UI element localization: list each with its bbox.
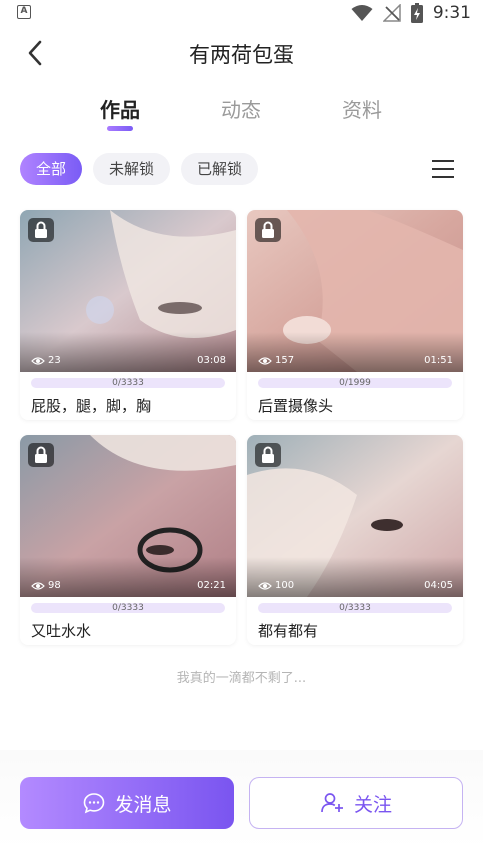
chat-bubble-icon <box>84 793 105 814</box>
eye-icon <box>31 581 45 590</box>
lock-badge <box>28 218 54 242</box>
filter-locked[interactable]: 未解锁 <box>93 153 170 185</box>
unlock-progress-bar: 0/3333 <box>31 603 225 613</box>
follow-label: 关注 <box>353 793 392 816</box>
unlock-progress-text: 0/3333 <box>339 603 371 613</box>
video-title: 屁股，腿，脚，胸 <box>31 397 152 415</box>
tab-works[interactable]: 作品 <box>100 94 140 123</box>
unlock-progress-bar: 0/1999 <box>258 378 452 388</box>
view-count: 23 <box>31 355 61 366</box>
video-card[interactable]: 157 01:51 0/1999 后置摄像头 <box>247 210 463 420</box>
video-card[interactable]: 23 03:08 0/3333 屁股，腿，脚，胸 <box>20 210 236 420</box>
unlock-progress-text: 0/1999 <box>339 378 371 388</box>
unlock-progress-text: 0/3333 <box>112 603 144 613</box>
send-message-button[interactable]: 发消息 <box>20 777 234 829</box>
video-duration: 04:05 <box>424 580 453 591</box>
thumbnail-shade <box>247 332 463 372</box>
lock-icon <box>35 221 47 238</box>
filter-all[interactable]: 全部 <box>20 153 82 185</box>
end-of-list-text: 我真的一滴都不剩了... <box>176 671 307 686</box>
view-count-text: 100 <box>275 580 295 591</box>
video-thumbnail[interactable]: 98 02:21 <box>20 435 236 597</box>
video-thumbnail[interactable]: 23 03:08 <box>20 210 236 372</box>
unlock-progress-bar: 0/3333 <box>31 378 225 388</box>
view-count: 98 <box>31 580 61 591</box>
thumbnail-shade <box>20 332 236 372</box>
video-title: 都有都有 <box>258 622 319 640</box>
video-card[interactable]: 100 04:05 0/3333 都有都有 <box>247 435 463 645</box>
add-user-icon <box>321 793 343 813</box>
eye-icon <box>31 356 45 365</box>
profile-tabs: 作品 动态 资料 <box>0 90 483 138</box>
video-title: 后置摄像头 <box>258 397 334 415</box>
app-notification-icon: A <box>17 5 31 19</box>
thumbnail-shade <box>20 557 236 597</box>
lock-icon <box>262 221 274 238</box>
status-bar: A 9:31 <box>0 0 483 26</box>
video-title: 又吐水水 <box>31 622 92 640</box>
battery-charging-icon <box>410 3 423 23</box>
unlock-progress-bar: 0/3333 <box>258 603 452 613</box>
view-count: 100 <box>258 580 294 591</box>
view-count-text: 23 <box>48 355 61 366</box>
status-time: 9:31 <box>432 3 471 23</box>
status-icons: 9:31 <box>351 2 471 24</box>
video-duration: 03:08 <box>197 355 226 366</box>
video-thumbnail[interactable]: 100 04:05 <box>247 435 463 597</box>
eye-icon <box>258 581 272 590</box>
follow-button[interactable]: 关注 <box>249 777 463 829</box>
page-title: 有两荷包蛋 <box>189 43 294 67</box>
send-message-label: 发消息 <box>114 793 172 816</box>
view-count-text: 157 <box>275 355 295 366</box>
eye-icon <box>258 356 272 365</box>
video-duration: 01:51 <box>424 355 453 366</box>
active-tab-indicator <box>107 126 133 131</box>
list-menu-button[interactable] <box>430 157 456 181</box>
no-signal-icon <box>382 4 401 22</box>
view-count: 157 <box>258 355 294 366</box>
lock-badge <box>28 443 54 467</box>
filter-unlocked[interactable]: 已解锁 <box>181 153 258 185</box>
lock-icon <box>35 446 47 463</box>
tab-moments[interactable]: 动态 <box>221 94 261 123</box>
lock-badge <box>255 218 281 242</box>
video-duration: 02:21 <box>197 580 226 591</box>
thumbnail-shade <box>247 557 463 597</box>
tab-profile[interactable]: 资料 <box>342 94 382 123</box>
menu-icon <box>432 160 454 178</box>
lock-badge <box>255 443 281 467</box>
header: 有两荷包蛋 <box>0 26 483 82</box>
filter-bar: 全部 未解锁 已解锁 <box>0 153 483 187</box>
wifi-icon <box>351 5 373 21</box>
video-card[interactable]: 98 02:21 0/3333 又吐水水 <box>20 435 236 645</box>
video-thumbnail[interactable]: 157 01:51 <box>247 210 463 372</box>
view-count-text: 98 <box>48 580 61 591</box>
lock-icon <box>262 446 274 463</box>
unlock-progress-text: 0/3333 <box>112 378 144 388</box>
